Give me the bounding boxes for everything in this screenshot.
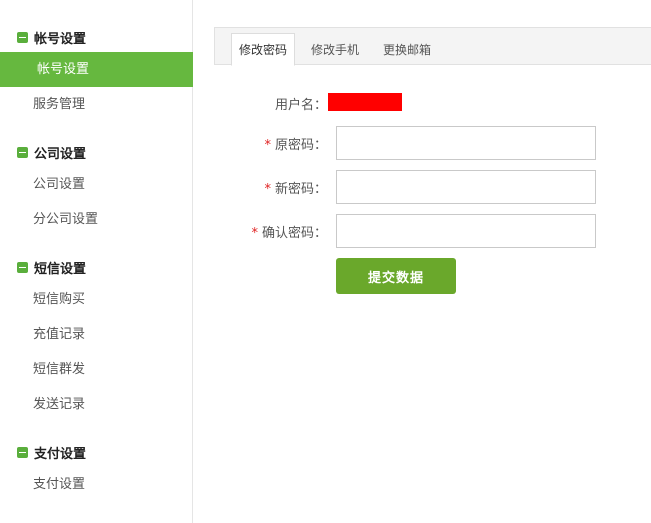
group-header-sms[interactable]: 短信设置 — [17, 257, 86, 277]
sidebar: 帐号设置 帐号设置 服务管理 公司设置 公司设置 分公司设置 短信设置 短信购买… — [0, 0, 193, 523]
required-mark: * — [264, 182, 271, 197]
collapse-icon[interactable] — [17, 261, 28, 273]
tab-bar: 修改密码 修改手机 更换邮箱 — [214, 27, 651, 66]
group-title-company: 公司设置 — [34, 146, 87, 162]
sidebar-item-payment-settings[interactable]: 支付设置 — [0, 467, 193, 502]
sidebar-item-account-settings[interactable]: 帐号设置 — [0, 52, 193, 87]
collapse-icon[interactable] — [17, 146, 28, 158]
sidebar-item-company-settings[interactable]: 公司设置 — [0, 167, 193, 202]
group-header-account[interactable]: 帐号设置 — [17, 27, 86, 47]
old-password-label-text: 原密码： — [274, 138, 327, 153]
group-title-payment: 支付设置 — [34, 446, 87, 462]
sidebar-item-service-management[interactable]: 服务管理 — [0, 87, 193, 122]
username-label-text: 用户名： — [274, 98, 327, 113]
submit-button[interactable]: 提交数据 — [336, 258, 456, 294]
new-password-label-text: 新密码： — [274, 182, 327, 197]
tab-change-email[interactable]: 更换邮箱 — [376, 34, 438, 66]
tab-change-phone[interactable]: 修改手机 — [304, 34, 366, 66]
sidebar-item-branch-settings[interactable]: 分公司设置 — [0, 202, 193, 237]
username-value-redacted — [328, 93, 402, 111]
collapse-icon[interactable] — [17, 31, 28, 43]
username-label: 用户名： — [207, 94, 327, 113]
confirm-password-input[interactable] — [336, 214, 596, 248]
sidebar-item-sms-broadcast[interactable]: 短信群发 — [0, 352, 193, 387]
sidebar-item-recharge-records[interactable]: 充值记录 — [0, 317, 193, 352]
old-password-input[interactable] — [336, 126, 596, 160]
sidebar-item-sms-purchase[interactable]: 短信购买 — [0, 282, 193, 317]
required-mark: * — [251, 226, 258, 241]
new-password-input[interactable] — [336, 170, 596, 204]
tab-change-password[interactable]: 修改密码 — [231, 33, 296, 66]
group-title-sms: 短信设置 — [34, 261, 87, 277]
group-title-account: 帐号设置 — [34, 31, 87, 47]
group-header-company[interactable]: 公司设置 — [17, 142, 86, 162]
new-password-label: * 新密码： — [207, 178, 327, 197]
confirm-password-label: * 确认密码： — [207, 222, 327, 241]
collapse-icon[interactable] — [17, 446, 28, 458]
old-password-label: * 原密码： — [207, 134, 327, 153]
sidebar-item-send-records[interactable]: 发送记录 — [0, 387, 193, 422]
group-header-payment[interactable]: 支付设置 — [17, 442, 86, 462]
confirm-password-label-text: 确认密码： — [261, 226, 327, 241]
required-mark: * — [264, 138, 271, 153]
